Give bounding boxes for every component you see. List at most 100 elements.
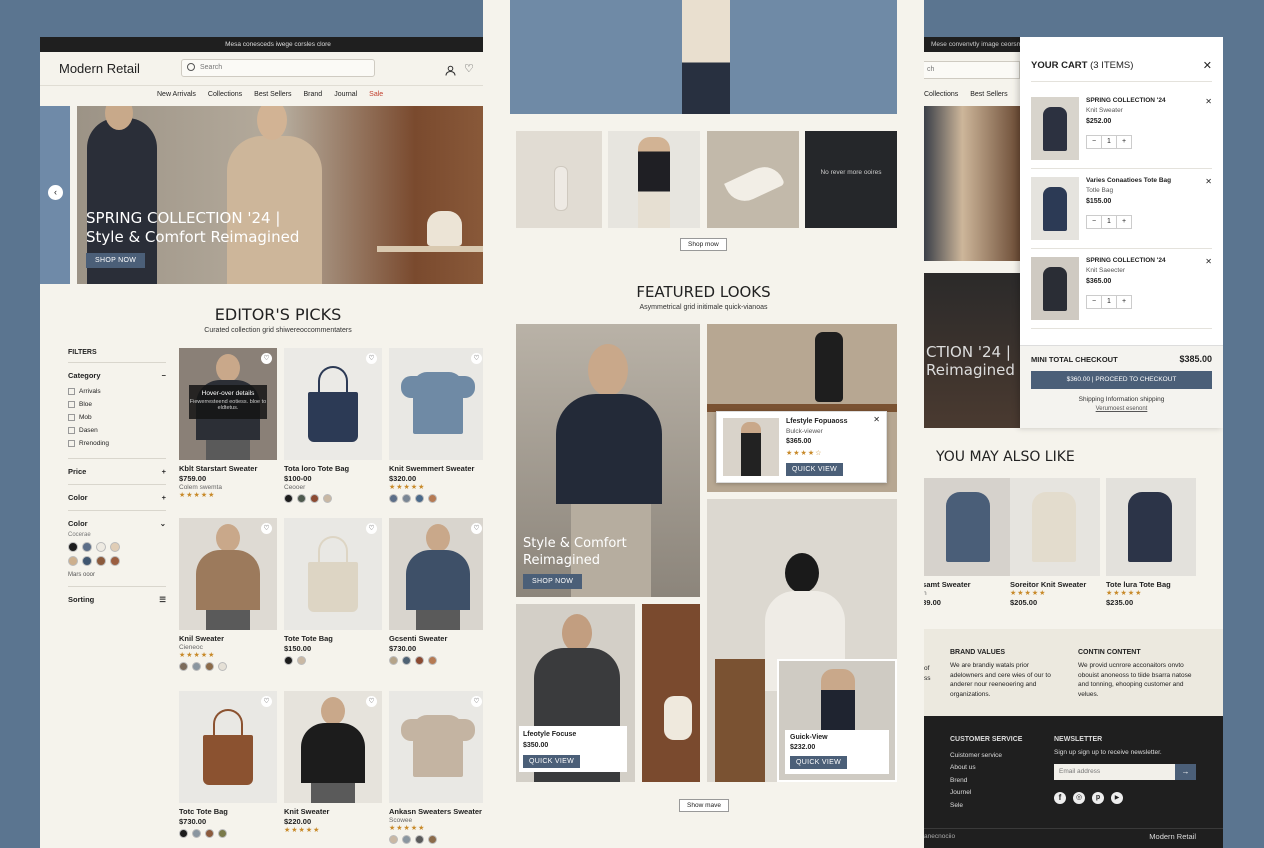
color-option[interactable] bbox=[179, 829, 188, 838]
recommended-product-name[interactable]: Soreitor Knit Sweater bbox=[1010, 580, 1100, 589]
color-option[interactable] bbox=[323, 494, 332, 503]
cart-item-name[interactable]: SPRING COLLECTION '24 bbox=[1086, 257, 1166, 264]
shipping-info-link[interactable]: Verumoest esenont bbox=[1020, 406, 1223, 412]
product-card[interactable]: ♡ Gcsenti Sweater $730.00 bbox=[389, 518, 487, 665]
proceed-to-checkout-button[interactable]: $360.00 | PROCEED TO CHECKOUT bbox=[1031, 371, 1212, 389]
product-card[interactable]: ♡ Ankasn Sweaters Sweater Scowee ★★★★★ bbox=[389, 691, 487, 844]
nav-best-sellers[interactable]: Best Sellers bbox=[254, 91, 291, 98]
heart-icon[interactable]: ♡ bbox=[261, 523, 272, 534]
color-option[interactable] bbox=[389, 835, 398, 844]
show-more-button-2[interactable]: Show mave bbox=[679, 799, 729, 812]
search-input[interactable]: Search bbox=[200, 64, 222, 71]
quantity-decrease-button[interactable]: − bbox=[1087, 216, 1101, 228]
recommended-product-image[interactable] bbox=[1010, 478, 1100, 576]
heart-icon[interactable]: ♡ bbox=[471, 523, 482, 534]
category-option[interactable]: Rrenoding bbox=[68, 437, 166, 450]
heart-icon[interactable]: ♡ bbox=[261, 696, 272, 707]
popup-close-icon[interactable]: ✕ bbox=[873, 415, 880, 424]
heart-icon[interactable]: ♡ bbox=[261, 353, 272, 364]
product-image[interactable]: ♡ bbox=[389, 691, 487, 803]
color-option[interactable] bbox=[205, 662, 214, 671]
product-card[interactable]: ♡ Tota loro Tote Bag $100-00 Ceooer bbox=[284, 348, 382, 503]
cart-item-image[interactable] bbox=[1031, 257, 1079, 320]
product-name[interactable]: Gcsenti Sweater bbox=[389, 634, 487, 643]
quantity-increase-button[interactable]: + bbox=[1117, 296, 1131, 308]
newsletter-submit-button[interactable]: → bbox=[1175, 764, 1196, 780]
color-option[interactable] bbox=[284, 656, 293, 665]
nav-sale[interactable]: Sale bbox=[369, 91, 383, 98]
color-option[interactable] bbox=[415, 494, 424, 503]
color-option[interactable] bbox=[218, 662, 227, 671]
heart-icon[interactable]: ♡ bbox=[366, 696, 377, 707]
product-image[interactable]: ♡ bbox=[179, 518, 277, 630]
shop-more-button-1[interactable]: Shop mow bbox=[680, 238, 727, 251]
more-colors-link[interactable]: Mars ooor bbox=[68, 572, 166, 578]
product-card[interactable]: ♡ Knit Swemmert Sweater $320.00 ★★★★★ bbox=[389, 348, 487, 503]
remove-item-icon[interactable]: ✕ bbox=[1205, 177, 1212, 186]
heart-icon[interactable]: ♡ bbox=[471, 696, 482, 707]
product-name[interactable]: Knit Sweater bbox=[284, 807, 382, 816]
heart-icon[interactable]: ♡ bbox=[366, 523, 377, 534]
product-card[interactable]: ♡ Knil Sweater Cieneoc ★★★★★ bbox=[179, 518, 277, 671]
hero-prev-arrow[interactable]: ‹ bbox=[48, 185, 63, 200]
product-image[interactable]: ♡ Hover-over details Fiewerresteend eoties… bbox=[179, 348, 277, 460]
recommended-product[interactable]: Soreitor Knit Sweater ★★★★★ $205.00 bbox=[1010, 478, 1100, 607]
color-option[interactable] bbox=[402, 656, 411, 665]
color-swatch[interactable] bbox=[82, 542, 92, 552]
category-option[interactable]: Mob bbox=[68, 411, 166, 424]
color-swatch[interactable] bbox=[96, 542, 106, 552]
color-swatch[interactable] bbox=[110, 556, 120, 566]
account-icon[interactable] bbox=[445, 63, 456, 76]
color-option[interactable] bbox=[310, 494, 319, 503]
heart-icon[interactable]: ♡ bbox=[366, 353, 377, 364]
product-name[interactable]: Tote Tote Bag bbox=[284, 634, 382, 643]
product-image[interactable]: ♡ bbox=[389, 348, 487, 460]
color-option[interactable] bbox=[389, 494, 398, 503]
color-option[interactable] bbox=[402, 494, 411, 503]
search-box[interactable]: Search bbox=[181, 59, 375, 77]
footer-link[interactable]: Brend bbox=[950, 775, 1002, 787]
footer-link[interactable]: Cuistomer service bbox=[950, 750, 1002, 762]
youtube-icon[interactable]: ▶ bbox=[1111, 792, 1123, 804]
color-option[interactable] bbox=[192, 829, 201, 838]
color-option[interactable] bbox=[297, 494, 306, 503]
color-option[interactable] bbox=[218, 829, 227, 838]
color-swatch[interactable] bbox=[110, 542, 120, 552]
product-card[interactable]: ♡ Hover-over details Fiewerresteend eoties… bbox=[179, 348, 277, 499]
card1-quick-view-button[interactable]: QUICK VIEW bbox=[523, 755, 581, 768]
product-card[interactable]: ♡ Tote Tote Bag $150.00 bbox=[284, 518, 382, 665]
product-name[interactable]: Knil Sweater bbox=[179, 634, 277, 643]
sorting-header[interactable]: Sorting ☰ bbox=[68, 586, 166, 612]
color-option[interactable] bbox=[428, 656, 437, 665]
product-image[interactable]: ♡ bbox=[284, 518, 382, 630]
color-option[interactable] bbox=[428, 835, 437, 844]
nav-brand[interactable]: Brand bbox=[304, 91, 323, 98]
recommended-product-name[interactable]: esamt Sweater bbox=[924, 580, 1008, 589]
color-swatch[interactable] bbox=[96, 556, 106, 566]
product-card[interactable]: ♡ Totc Tote Bag $730.00 bbox=[179, 691, 277, 838]
pinterest-icon[interactable]: p bbox=[1092, 792, 1104, 804]
facebook-icon[interactable]: f bbox=[1054, 792, 1066, 804]
color-option[interactable] bbox=[192, 662, 201, 671]
color-option[interactable] bbox=[205, 829, 214, 838]
site-logo[interactable]: Modern Retail bbox=[59, 61, 140, 76]
color-swatch[interactable] bbox=[68, 542, 78, 552]
featured-shop-now-button[interactable]: SHOP NOW bbox=[523, 574, 583, 589]
color-option[interactable] bbox=[415, 656, 424, 665]
color-swatch[interactable] bbox=[68, 556, 78, 566]
recommended-product[interactable]: esamt Sweaterion289.00 bbox=[924, 478, 1010, 607]
color-option[interactable] bbox=[284, 494, 293, 503]
popup-quick-view-button[interactable]: QUICK VIEW bbox=[786, 463, 844, 476]
color-option[interactable] bbox=[402, 835, 411, 844]
quantity-decrease-button[interactable]: − bbox=[1087, 136, 1101, 148]
nav-collections[interactable]: Collections bbox=[208, 91, 242, 98]
recommended-product-image[interactable] bbox=[1106, 478, 1196, 576]
cart-item-name[interactable]: Varies Conaatioes Tote Bag bbox=[1086, 177, 1171, 184]
product-name[interactable]: Ankasn Sweaters Sweater bbox=[389, 807, 487, 816]
product-image[interactable]: ♡ bbox=[389, 518, 487, 630]
category-option[interactable]: Bloe bbox=[68, 398, 166, 411]
color-option[interactable] bbox=[415, 835, 424, 844]
card2-quick-view-button[interactable]: QUICK VIEW bbox=[790, 756, 848, 769]
product-card[interactable]: ♡ Knit Sweater $220.00 ★★★★★ bbox=[284, 691, 382, 834]
color-option[interactable] bbox=[428, 494, 437, 503]
